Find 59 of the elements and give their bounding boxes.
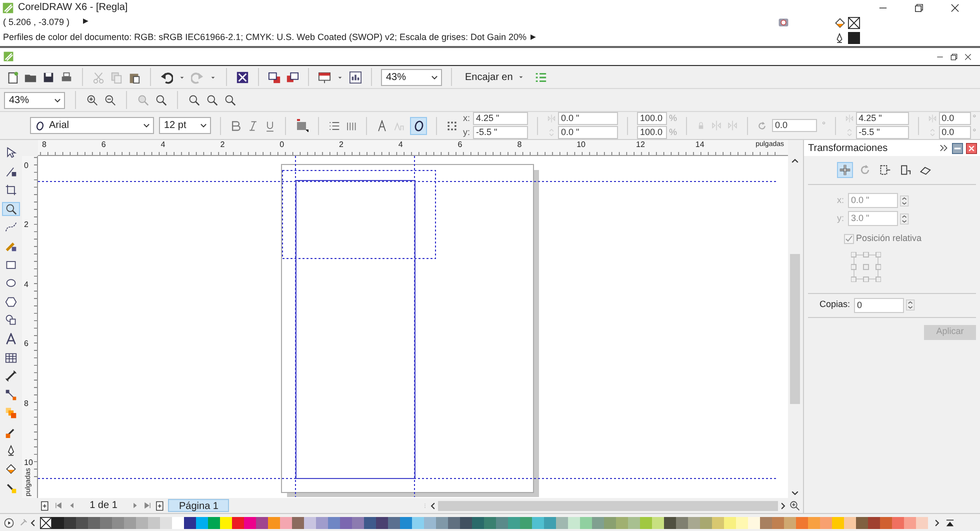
copies-label: Copias:: [818, 298, 850, 312]
center-field[interactable]: -5.5 ": [856, 126, 909, 139]
y-position-field[interactable]: 3.0 ": [848, 211, 898, 226]
window-title: CorelDRAW X6 - [Regla]: [18, 1, 128, 15]
page-counter: 1 de 1: [88, 499, 118, 513]
ruler-number: 12: [636, 140, 645, 150]
unit-label: %: [669, 126, 678, 139]
docker-title: Transformaciones: [808, 142, 888, 156]
scale-field[interactable]: 100.0: [637, 126, 667, 140]
ruler-number: 8: [517, 140, 522, 150]
skew-field[interactable]: 0.0: [938, 126, 971, 140]
ruler-number: 8: [42, 140, 46, 150]
color-profiles: Perfiles de color del documento: RGB: sRGB IEC61966-2.1; CMYK: U.S. Web Coated (SWOP) v2; Escala de grises: Dot Gain 20%: [3, 31, 527, 44]
ruler-number: 6: [101, 140, 106, 150]
x-position-label: x:: [836, 194, 844, 207]
skew-field[interactable]: 0.0: [938, 112, 971, 125]
ruler-number: 8: [24, 398, 28, 408]
font-size-combo[interactable]: 12 pt: [159, 117, 211, 134]
zoom-combo-value: 43%: [9, 94, 30, 108]
font-combo[interactable]: Arial: [30, 117, 154, 134]
rotation-field[interactable]: 0.0: [772, 119, 818, 132]
ruler-number: 4: [160, 140, 166, 150]
scale-field[interactable]: 100.0: [637, 112, 667, 125]
zoom-combo[interactable]: 43%: [4, 92, 65, 108]
unit-label: %: [669, 112, 678, 124]
size-field[interactable]: 0.0 ": [558, 112, 618, 125]
ruler-number: 6: [458, 140, 462, 150]
snap-menu[interactable]: Encajar en: [461, 70, 529, 84]
ruler-number: 10: [576, 140, 586, 150]
y-position-label: y:: [836, 212, 844, 225]
ruler-number: 4: [24, 280, 28, 289]
x-position-field[interactable]: 0.0 ": [848, 193, 898, 208]
zoom-level-combo-value: 43%: [386, 70, 406, 84]
unit-label: °: [972, 112, 976, 124]
position-field[interactable]: 4.25 ": [473, 112, 528, 125]
ruler-number: 0: [24, 161, 28, 170]
font-name: Arial: [49, 119, 70, 133]
ruler-number: 2: [339, 140, 344, 150]
center-field[interactable]: 4.25 ": [856, 112, 909, 125]
ruler-number: 6: [24, 339, 28, 348]
snap-menu-label: Encajar en: [465, 70, 513, 84]
axis-label: x:: [463, 112, 471, 124]
ruler-number: 14: [695, 140, 704, 150]
page-tab[interactable]: Página 1: [168, 499, 230, 512]
unit-label: °: [822, 118, 826, 132]
ruler-number: 0: [280, 140, 284, 150]
cursor-position: ( 5.206 , -3.079 ): [3, 16, 71, 29]
copies-field[interactable]: 0: [854, 298, 904, 312]
ruler-number: 2: [24, 220, 28, 230]
unit-label: °: [972, 126, 976, 139]
zoom-level-combo[interactable]: 43%: [381, 68, 442, 86]
ruler-number: 4: [398, 140, 403, 150]
size-field[interactable]: 0.0 ": [558, 126, 618, 139]
font-size-combo-value: 12 pt: [164, 119, 186, 133]
position-field[interactable]: -5.5 ": [473, 126, 528, 140]
axis-label: y:: [463, 126, 471, 139]
ruler-number: 2: [220, 140, 225, 150]
checkbox-label: Posición relativa: [856, 232, 922, 245]
ruler-number: 10: [24, 458, 33, 467]
